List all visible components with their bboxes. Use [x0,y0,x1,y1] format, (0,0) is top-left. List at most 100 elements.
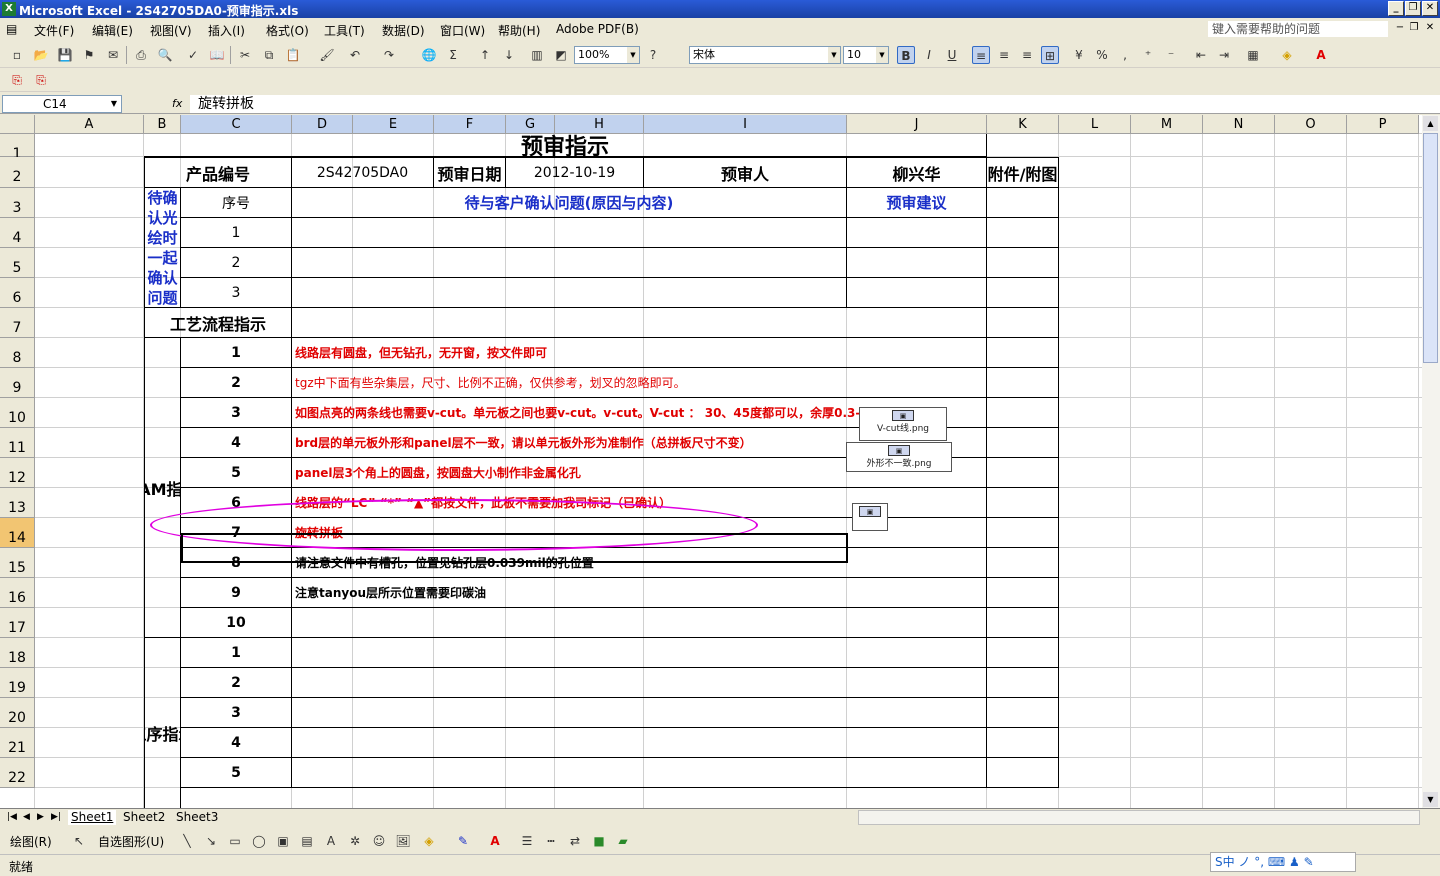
row-header-12[interactable]: 12 [0,458,35,488]
process-step-number[interactable]: 2 [181,668,292,698]
cam-item-number[interactable]: 4 [181,428,292,458]
row-header-13[interactable]: 13 [0,488,35,518]
menu-adobe-pdf[interactable]: Adobe PDF(B) [556,22,639,36]
attachment-cell[interactable] [987,218,1059,248]
cam-item-text[interactable] [292,608,987,638]
decrease-decimal-icon[interactable]: ⁻ [1162,46,1180,64]
product-no-label[interactable]: 产品编号 [144,157,292,188]
column-header-o[interactable]: O [1275,115,1347,134]
attachment-cell[interactable] [987,428,1059,458]
menu-format[interactable]: 格式(O) [266,22,309,39]
format-painter-icon[interactable]: 🖌 [318,46,336,64]
cam-item-number[interactable]: 3 [181,398,292,428]
bold-button[interactable]: B [897,46,915,64]
seq-label[interactable]: 序号 [181,188,292,218]
process-step-content[interactable] [292,638,987,668]
next-sheet-icon[interactable]: ▶ [34,810,47,825]
column-header-d[interactable]: D [292,115,353,134]
process-step-content[interactable] [292,758,987,788]
tab-sheet2[interactable]: Sheet2 [120,810,168,825]
textbox-icon[interactable]: ▣ [274,832,292,850]
currency-icon[interactable]: ¥ [1070,46,1088,64]
rectangle-icon[interactable]: ▭ [226,832,244,850]
font-color-icon[interactable]: A [1312,46,1330,64]
email-icon[interactable]: ✉ [104,46,122,64]
spelling-icon[interactable]: ✓ [184,46,202,64]
row-header-3[interactable]: 3 [0,188,35,218]
copy-icon[interactable]: ⧉ [260,46,278,64]
row-header-11[interactable]: 11 [0,428,35,458]
pdf-email-icon[interactable]: ⎘ [32,71,50,89]
row-header-10[interactable]: 10 [0,398,35,428]
column-header-g[interactable]: G [506,115,555,134]
cam-label[interactable]: CAM指示 [144,338,181,638]
close-button[interactable]: ✕ [1422,1,1438,16]
autosum-icon[interactable]: Σ [444,46,462,64]
horizontal-scrollbar[interactable] [858,810,1420,825]
column-header-i[interactable]: I [644,115,847,134]
attachment-file-icon[interactable]: ▣ [852,503,888,531]
row-header-21[interactable]: 21 [0,728,35,758]
advice-content[interactable] [847,218,987,248]
attachment-cell[interactable] [987,638,1059,668]
menu-file[interactable]: 文件(F) [34,22,74,39]
fill-color-icon[interactable]: ◈ [420,832,438,850]
scroll-up-icon[interactable]: ▲ [1423,116,1438,131]
sort-desc-icon[interactable]: ↓ [500,46,518,64]
attachment-cell[interactable] [987,728,1059,758]
row-header-15[interactable]: 15 [0,548,35,578]
attachment-cell[interactable] [987,458,1059,488]
attachment-cell[interactable] [987,338,1059,368]
print-preview-icon[interactable]: 🔍 [156,46,174,64]
row-header-20[interactable]: 20 [0,698,35,728]
attachment-cell[interactable] [987,278,1059,308]
cam-item-number[interactable]: 5 [181,458,292,488]
shadow-icon[interactable]: ■ [590,832,608,850]
cam-item-number[interactable]: 10 [181,608,292,638]
select-all-corner[interactable] [0,115,35,134]
attachment-cell[interactable] [987,668,1059,698]
sheet-title[interactable]: 预审指示 [144,134,987,157]
attachment-cell[interactable] [987,368,1059,398]
process-step-number[interactable]: 4 [181,728,292,758]
attachment-file-icon[interactable]: ▣ V-cut线.png [859,407,947,441]
last-sheet-icon[interactable]: ▶| [48,810,64,825]
scroll-down-icon[interactable]: ▼ [1423,792,1438,807]
cam-item-number[interactable]: 9 [181,578,292,608]
row-header-5[interactable]: 5 [0,248,35,278]
ime-toolbar[interactable]: S中 ノ °, ⌨ ♟ ✎ [1210,852,1356,872]
reviewer-value[interactable]: 柳兴华 [847,157,987,188]
clipart-icon[interactable]: ☺ [370,832,388,850]
process-step-label[interactable]: 工序指示 [144,638,181,808]
vertical-scrollbar[interactable]: ▲ ▼ [1422,115,1440,808]
advice-header[interactable]: 预审建议 [847,188,987,218]
pdf-convert-icon[interactable]: ⎘ [8,71,26,89]
row-header-1[interactable]: 1 [0,134,35,162]
3d-icon[interactable]: ▰ [614,832,632,850]
name-box[interactable]: C14 ▼ [2,95,122,113]
minimize-button[interactable]: _ [1388,1,1404,16]
process-step-number[interactable]: 3 [181,698,292,728]
attachment-cell[interactable] [987,578,1059,608]
scroll-thumb[interactable] [1423,133,1438,363]
paste-icon[interactable]: 📋 [284,46,302,64]
attachment-cell[interactable] [987,248,1059,278]
advice-content[interactable] [847,248,987,278]
column-header-b[interactable]: B [144,115,181,134]
doc-icon[interactable]: ▤ [6,22,17,36]
fill-color-icon[interactable]: ◈ [1278,46,1296,64]
row-header-17[interactable]: 17 [0,608,35,638]
help-search-input[interactable]: 键入需要帮助的问题 [1208,21,1388,37]
row-header-22[interactable]: 22 [0,758,35,788]
fx-icon[interactable]: fx [172,97,182,110]
cam-item-number[interactable]: 2 [181,368,292,398]
attachment-cell[interactable] [987,308,1059,338]
hyperlink-icon[interactable]: 🌐 [420,46,438,64]
borders-icon[interactable]: ▦ [1244,46,1262,64]
open-icon[interactable]: 📂 [32,46,50,64]
confirm-content[interactable] [292,278,847,308]
attachment-label[interactable]: 附件/附图 [987,157,1059,188]
column-header-f[interactable]: F [434,115,506,134]
draw-menu[interactable]: 绘图(R) [10,833,52,850]
save-icon[interactable]: 💾 [56,46,74,64]
